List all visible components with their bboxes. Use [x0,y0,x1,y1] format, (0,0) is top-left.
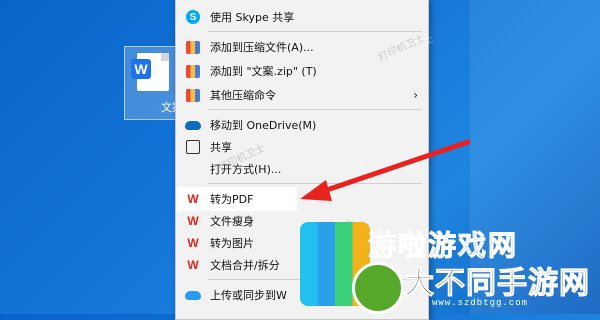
banner-url: www.szdbtgg.com [432,298,529,308]
arrow-shaft [315,139,471,196]
leaf-logo-icon [352,262,404,314]
arrow-head [300,180,332,201]
banner-main-text: 大不同手游网 [404,266,590,302]
